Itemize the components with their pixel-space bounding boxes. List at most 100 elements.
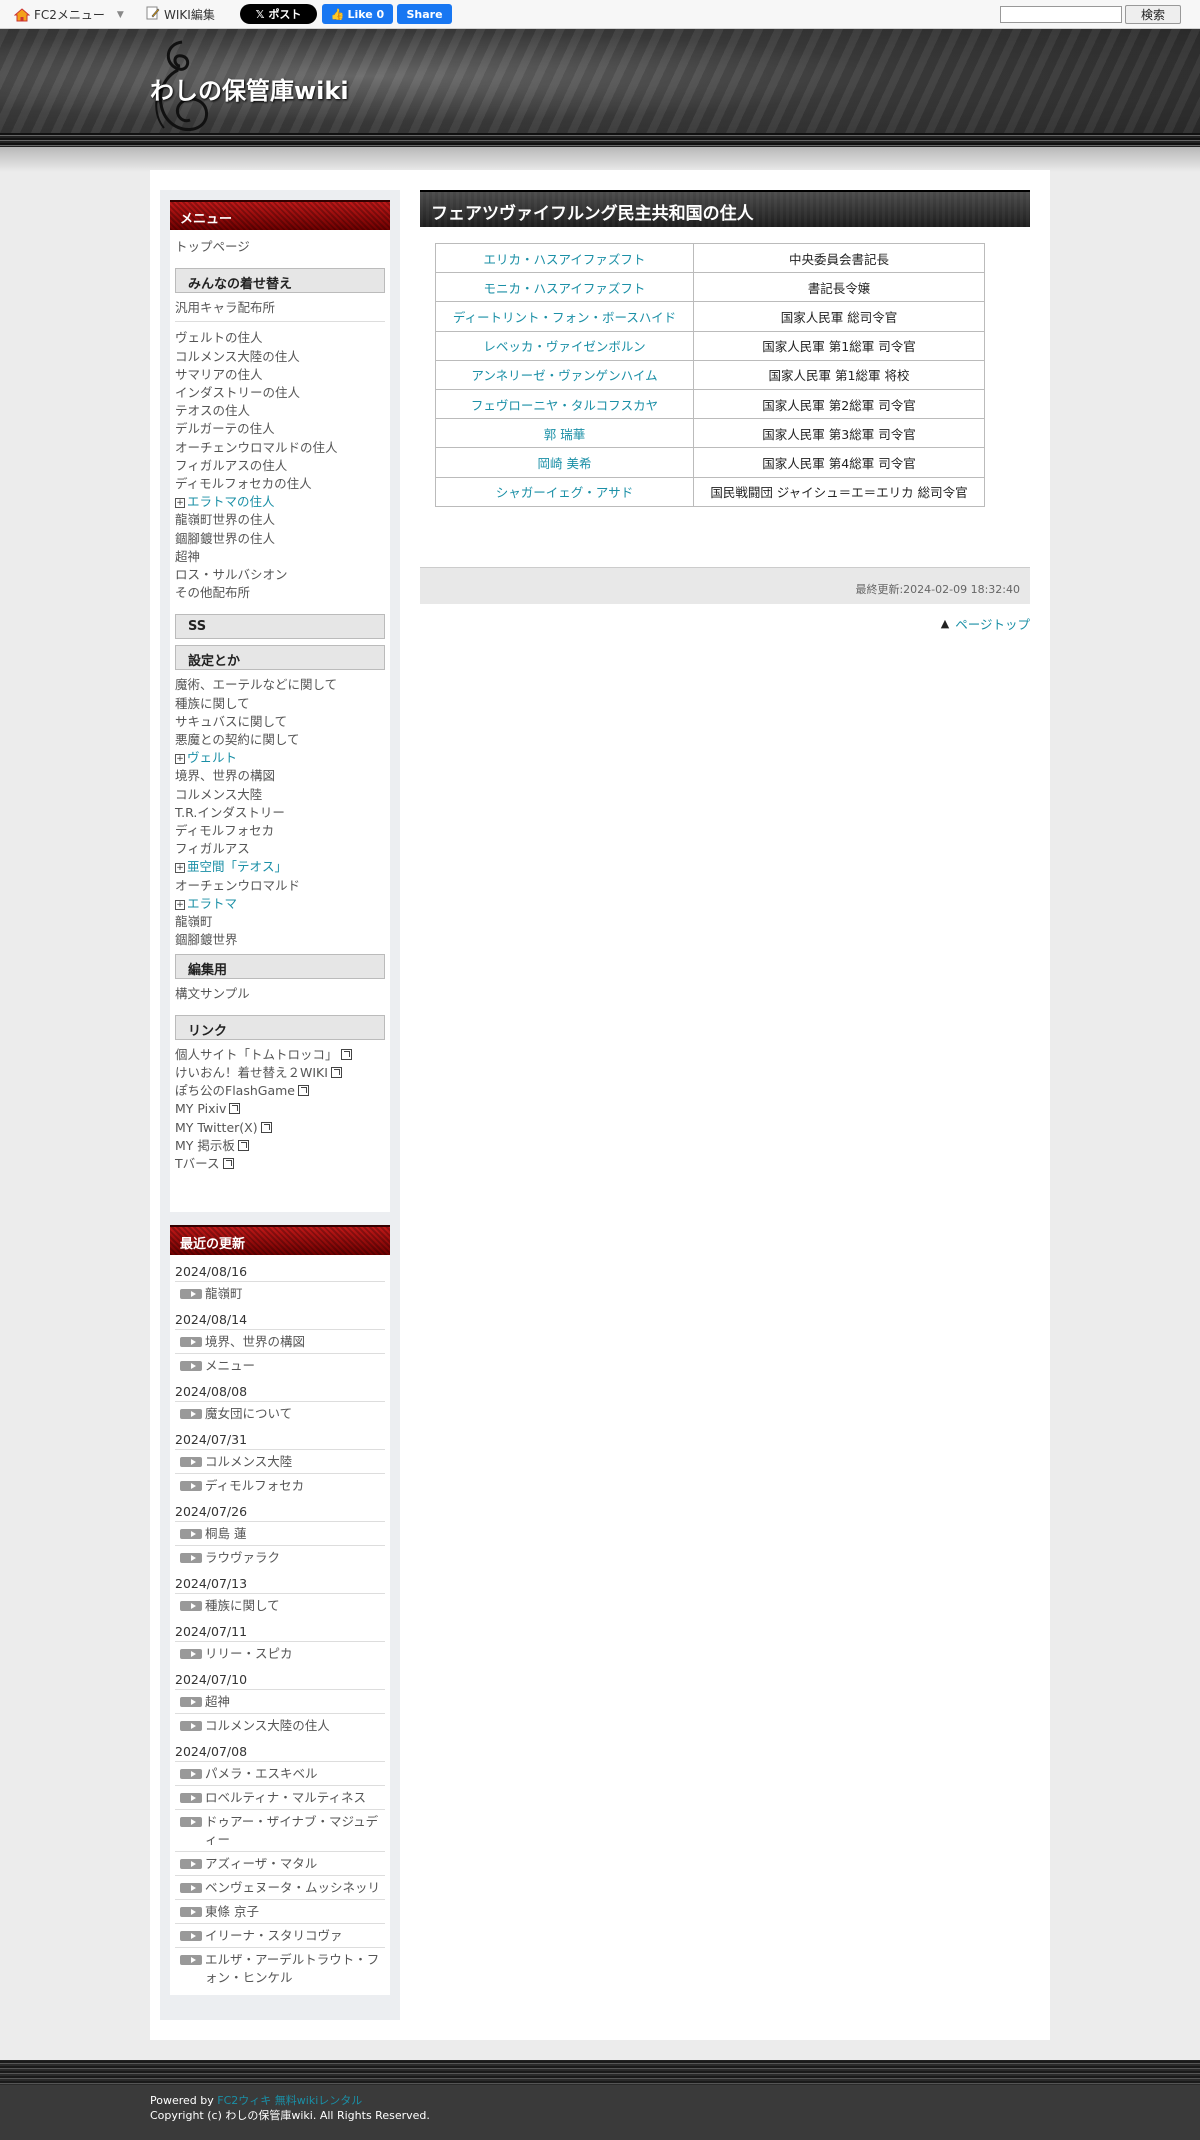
settings-item[interactable]: フィガルアス — [175, 840, 385, 858]
external-link-icon — [297, 1085, 309, 1097]
settings-item[interactable]: サキュバスに関して — [175, 713, 385, 731]
wiki-edit-link[interactable]: WIKI編集 — [146, 6, 215, 23]
settings-item-label: 龍嶺町 — [175, 914, 213, 930]
settings-item[interactable]: 悪魔との契約に関して — [175, 731, 385, 749]
dressup-item[interactable]: コルメンス大陸の住人 — [175, 348, 385, 366]
resident-name-link[interactable]: ディートリント・フォン・ボースハイド — [435, 301, 694, 332]
settings-item[interactable]: 龍嶺町 — [175, 913, 385, 931]
external-link-item[interactable]: ぽち公のFlashGame — [175, 1082, 385, 1100]
recent-update-item[interactable]: ベンヴェヌータ・ムッシネッリ — [175, 1875, 385, 1899]
recent-update-item[interactable]: コルメンス大陸の住人 — [175, 1713, 385, 1737]
resident-name-link[interactable]: エリカ・ハスアイファズフト — [435, 242, 694, 274]
table-row: エリカ・ハスアイファズフト 中央委員会書記長 — [435, 242, 985, 274]
recent-update-item[interactable]: ロベルティナ・マルティネス — [175, 1785, 385, 1809]
menu-item-generic-chars[interactable]: 汎用キャラ配布所 — [175, 299, 385, 317]
recent-update-item[interactable]: 魔女団について — [175, 1401, 385, 1425]
pencil-icon — [146, 6, 160, 23]
dressup-item[interactable]: ディモルフォセカの住人 — [175, 475, 385, 493]
external-link-item[interactable]: MY Twitter(X) — [175, 1119, 385, 1137]
recent-update-label: 龍嶺町 — [205, 1286, 243, 1301]
recent-update-item[interactable]: 桐島 蓮 — [175, 1521, 385, 1545]
dressup-item[interactable]: サマリアの住人 — [175, 366, 385, 384]
menu-item-syntax-sample[interactable]: 構文サンプル — [175, 985, 385, 1003]
settings-item-label: 魔術、エーテルなどに関して — [175, 677, 338, 693]
resident-role: 国家人民軍 第3総軍 司令官 — [693, 418, 985, 449]
recent-update-label: 東條 京子 — [205, 1904, 259, 1919]
external-link-item[interactable]: MY 掲示板 — [175, 1137, 385, 1155]
resident-role: 国家人民軍 総司令官 — [693, 301, 985, 332]
recent-update-item[interactable]: ラウヴァラク — [175, 1545, 385, 1569]
recent-update-item[interactable]: エルザ・アーデルトラウト・フォン・ヒンケル — [175, 1947, 385, 1989]
expand-plus-icon[interactable]: + — [175, 754, 185, 765]
resident-name-link[interactable]: 岡崎 美希 — [435, 447, 694, 478]
expand-plus-icon[interactable]: + — [175, 863, 185, 874]
dressup-item[interactable]: ロス・サルバシオン — [175, 566, 385, 584]
recent-update-item[interactable]: ディモルフォセカ — [175, 1473, 385, 1497]
settings-item[interactable]: 魔術、エーテルなどに関して — [175, 676, 385, 694]
dressup-item[interactable]: テオスの住人 — [175, 402, 385, 420]
recent-update-item[interactable]: 境界、世界の構図 — [175, 1329, 385, 1353]
site-title[interactable]: わしの保管庫wiki — [150, 71, 349, 106]
recent-update-item[interactable]: 龍嶺町 — [175, 1281, 385, 1305]
resident-name-link[interactable]: シャガーイェグ・アサド — [435, 476, 694, 507]
external-link-item[interactable]: 個人サイト「トムトロッコ」 — [175, 1046, 385, 1064]
dressup-item[interactable]: オーチェンウロマルドの住人 — [175, 439, 385, 457]
facebook-share-button[interactable]: Share — [397, 4, 452, 24]
dressup-item[interactable]: 超神 — [175, 548, 385, 566]
resident-name-link[interactable]: アンネリーゼ・ヴァンゲンハイム — [435, 359, 694, 390]
recent-update-item[interactable]: リリー・スピカ — [175, 1641, 385, 1665]
external-link-icon — [340, 1048, 352, 1060]
external-link-item[interactable]: Tバース — [175, 1155, 385, 1173]
expand-plus-icon[interactable]: + — [175, 498, 185, 509]
recent-update-item[interactable]: 超神 — [175, 1689, 385, 1713]
copyright: Copyright (c) わしの保管庫wiki. All Rights Res… — [150, 2109, 430, 2122]
play-arrow-icon — [180, 1457, 202, 1467]
settings-item[interactable]: 境界、世界の構図 — [175, 767, 385, 785]
menu-item-top-page[interactable]: トップページ — [175, 238, 385, 256]
settings-item[interactable]: + エラトマ — [175, 895, 385, 913]
page-top-link[interactable]: ▲ ページトップ — [941, 614, 1030, 633]
settings-item[interactable]: ディモルフォセカ — [175, 822, 385, 840]
search-input[interactable] — [1000, 6, 1122, 23]
menu-section-ss[interactable]: SS — [175, 614, 385, 640]
fc2wiki-link[interactable]: FC2ウィキ 無料wikiレンタル — [217, 2094, 362, 2107]
recent-update-item[interactable]: コルメンス大陸 — [175, 1449, 385, 1473]
settings-item[interactable]: 錮腳鍍世界 — [175, 931, 385, 949]
settings-item-label: 悪魔との契約に関して — [175, 732, 300, 748]
dressup-item[interactable]: ヴェルトの住人 — [175, 329, 385, 347]
expand-plus-icon[interactable]: + — [175, 899, 185, 910]
external-link-icon — [330, 1066, 342, 1078]
external-link-item[interactable]: MY Pixiv — [175, 1100, 385, 1118]
settings-item[interactable]: T.R.インダストリー — [175, 804, 385, 822]
resident-name-link[interactable]: フェヴローニヤ・タルコフスカヤ — [435, 388, 694, 420]
x-post-button[interactable]: 𝕏 ポスト — [240, 4, 317, 24]
dressup-item[interactable]: + エラトマの住人 — [175, 493, 385, 511]
recent-update-item[interactable]: イリーナ・スタリコヴァ — [175, 1923, 385, 1947]
external-link-item[interactable]: けいおん！着せ替え２WIKI — [175, 1064, 385, 1082]
dressup-item[interactable]: 龍嶺町世界の住人 — [175, 511, 385, 529]
settings-item[interactable]: 種族に関して — [175, 695, 385, 713]
page-top-label: ページトップ — [955, 617, 1030, 632]
dressup-item[interactable]: デルガーテの住人 — [175, 420, 385, 438]
recent-update-item[interactable]: パメラ・エスキベル — [175, 1761, 385, 1785]
resident-name-link[interactable]: 郭 瑞華 — [435, 418, 694, 449]
settings-item[interactable]: + ヴェルト — [175, 749, 385, 767]
recent-update-item[interactable]: アズィーザ・マタル — [175, 1851, 385, 1875]
search-button[interactable]: 検索 — [1125, 5, 1181, 24]
dressup-item[interactable]: その他配布所 — [175, 584, 385, 602]
facebook-like-button[interactable]: 👍 Like 0 — [322, 4, 393, 24]
dressup-item[interactable]: インダストリーの住人 — [175, 384, 385, 402]
external-link-label: Tバース — [175, 1155, 220, 1171]
resident-name-link[interactable]: モニカ・ハスアイファズフト — [435, 272, 694, 303]
recent-update-item[interactable]: 東條 京子 — [175, 1899, 385, 1923]
resident-name-link[interactable]: レベッカ・ヴァイゼンボルン — [435, 330, 694, 361]
settings-item[interactable]: コルメンス大陸 — [175, 786, 385, 804]
dressup-item[interactable]: フィガルアスの住人 — [175, 457, 385, 475]
recent-update-item[interactable]: 種族に関して — [175, 1593, 385, 1617]
settings-item[interactable]: オーチェンウロマルド — [175, 877, 385, 895]
recent-update-item[interactable]: ドゥアー・ザイナブ・マジュディー — [175, 1809, 385, 1851]
settings-item[interactable]: + 亜空間「テオス」 — [175, 858, 385, 876]
dressup-item[interactable]: 錮腳鍍世界の住人 — [175, 530, 385, 548]
recent-update-item[interactable]: メニュー — [175, 1353, 385, 1377]
fc2-menu-button[interactable]: FC2メニュー ▼ — [14, 6, 124, 23]
